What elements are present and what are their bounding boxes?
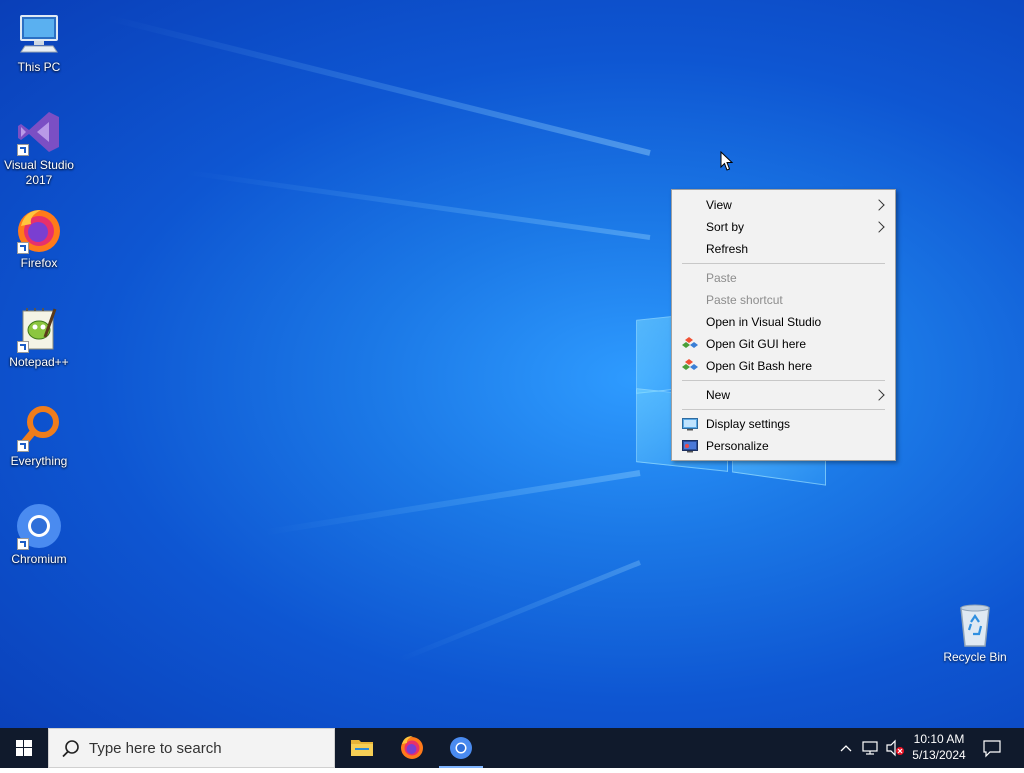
- desktop-icon-chromium[interactable]: Chromium: [2, 502, 76, 567]
- shortcut-arrow-icon: [17, 440, 29, 452]
- menu-item-new[interactable]: New: [672, 384, 895, 406]
- menu-item-open-git-gui[interactable]: Open Git GUI here: [672, 333, 895, 355]
- menu-item-paste-shortcut: Paste shortcut: [672, 289, 895, 311]
- menu-item-label: View: [706, 198, 732, 212]
- menu-item-label: Sort by: [706, 220, 745, 234]
- wallpaper-beam: [397, 560, 641, 663]
- git-icon: [682, 337, 698, 348]
- menu-item-label: Open in Visual Studio: [706, 315, 822, 329]
- taskbar-app-chromium[interactable]: [437, 728, 485, 768]
- volume-muted-icon[interactable]: [885, 739, 905, 757]
- menu-item-label: Display settings: [706, 417, 791, 431]
- menu-item-open-in-visual-studio[interactable]: Open in Visual Studio: [672, 311, 895, 333]
- desktop-icon-everything[interactable]: Everything: [2, 404, 76, 469]
- desktop-icon-label: This PC: [17, 60, 61, 74]
- chevron-right-icon: [873, 221, 885, 233]
- chromium-icon: [450, 737, 472, 759]
- menu-item-paste: Paste: [672, 267, 895, 289]
- everything-search-icon: [15, 404, 63, 452]
- chevron-right-icon: [873, 389, 885, 401]
- visual-studio-icon: [15, 108, 63, 156]
- menu-separator: [682, 409, 885, 410]
- clock[interactable]: 10:10 AM 5/13/2024: [906, 732, 972, 762]
- desktop-icon-label: Recycle Bin: [943, 650, 1007, 664]
- shortcut-arrow-icon: [17, 538, 29, 550]
- action-center-notification-icon[interactable]: [982, 738, 1002, 758]
- recycle-bin-icon: [951, 600, 999, 648]
- desktop-icon-label: Visual Studio: [4, 158, 74, 172]
- menu-separator: [682, 380, 885, 381]
- menu-item-display-settings[interactable]: Display settings: [672, 413, 895, 435]
- menu-item-view[interactable]: View: [672, 194, 895, 216]
- menu-item-open-git-bash[interactable]: Open Git Bash here: [672, 355, 895, 377]
- desktop-context-menu: View Sort by Refresh Paste Paste shortcu…: [671, 189, 896, 461]
- menu-item-personalize[interactable]: Personalize: [672, 435, 895, 457]
- firefox-icon: [401, 736, 423, 759]
- desktop-icon-label: Firefox: [20, 256, 58, 270]
- firefox-icon: [15, 206, 63, 254]
- search-placeholder: Type here to search: [89, 740, 222, 757]
- wallpaper-beam: [184, 169, 651, 240]
- taskbar-app-file-explorer[interactable]: [338, 728, 386, 768]
- menu-item-label: New: [706, 388, 731, 402]
- chromium-icon: [15, 502, 63, 550]
- network-icon[interactable]: [861, 739, 879, 757]
- desktop-icon-firefox[interactable]: Firefox: [2, 206, 76, 271]
- desktop-icon-label: Chromium: [11, 552, 67, 566]
- personalize-icon: [682, 440, 698, 453]
- menu-separator: [682, 263, 885, 264]
- taskbar: Type here to search 10:10 AM 5/13/2024: [0, 728, 1024, 768]
- clock-date: 5/13/2024: [912, 748, 966, 762]
- desktop-icon-label: Notepad++: [9, 355, 69, 369]
- menu-item-label: Paste: [706, 271, 737, 285]
- shortcut-arrow-icon: [17, 341, 29, 353]
- chevron-right-icon: [873, 199, 885, 211]
- search-icon: [62, 740, 79, 758]
- shortcut-arrow-icon: [17, 242, 29, 254]
- git-icon: [682, 359, 698, 370]
- taskbar-app-firefox[interactable]: [388, 728, 436, 768]
- desktop[interactable]: This PC Visual Studio 2017 Firefox Notep…: [0, 0, 1024, 728]
- desktop-icon-this-pc[interactable]: This PC: [2, 10, 76, 75]
- wallpaper-beam: [105, 14, 651, 156]
- display-icon: [682, 418, 698, 431]
- menu-item-label: Paste shortcut: [706, 293, 783, 307]
- desktop-icon-visual-studio[interactable]: Visual Studio 2017: [2, 108, 76, 188]
- wallpaper-beam: [264, 470, 641, 536]
- menu-item-label: Open Git Bash here: [706, 359, 813, 373]
- computer-icon: [15, 10, 63, 58]
- clock-time: 10:10 AM: [913, 732, 965, 746]
- menu-item-label: Refresh: [706, 242, 749, 256]
- menu-item-label: Personalize: [706, 439, 769, 453]
- desktop-icon-label: 2017: [25, 173, 53, 187]
- menu-item-refresh[interactable]: Refresh: [672, 238, 895, 260]
- taskbar-search-box[interactable]: Type here to search: [48, 728, 335, 768]
- desktop-icon-recycle-bin[interactable]: Recycle Bin: [940, 600, 1010, 664]
- show-hidden-icons-chevron-icon[interactable]: [838, 740, 854, 756]
- menu-item-sort-by[interactable]: Sort by: [672, 216, 895, 238]
- desktop-icon-label: Everything: [10, 454, 68, 468]
- windows-icon: [16, 740, 32, 756]
- folder-icon: [351, 740, 373, 756]
- menu-item-label: Open Git GUI here: [706, 337, 807, 351]
- mouse-cursor-icon: [720, 151, 734, 171]
- start-button[interactable]: [0, 728, 48, 768]
- notepad-plus-plus-icon: [15, 305, 63, 353]
- shortcut-arrow-icon: [17, 144, 29, 156]
- desktop-icon-notepad-plus-plus[interactable]: Notepad++: [2, 305, 76, 370]
